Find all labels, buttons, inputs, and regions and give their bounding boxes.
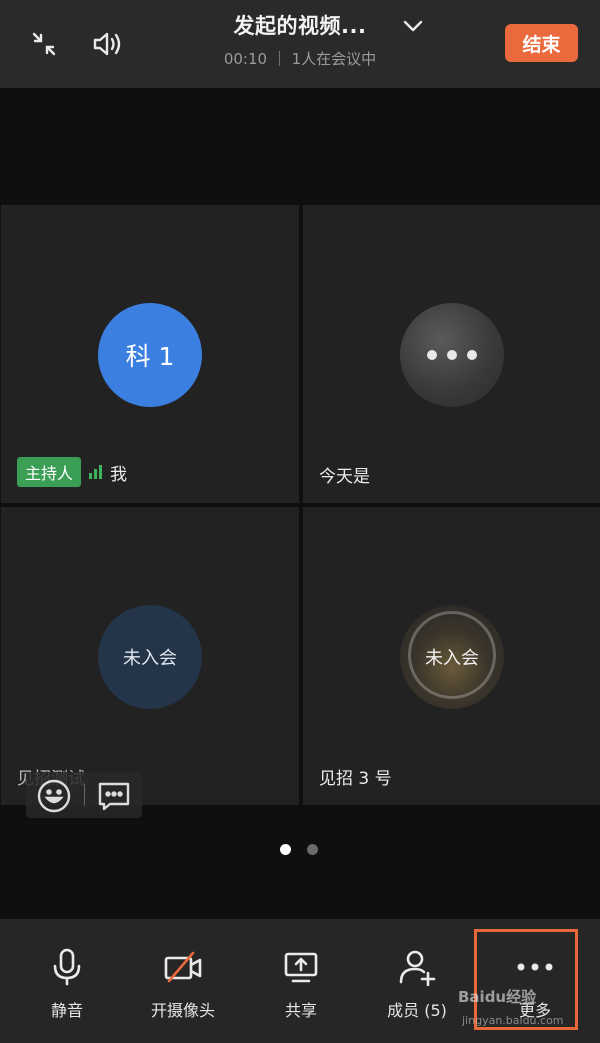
signal-strength-icon bbox=[89, 465, 103, 479]
avatar-status-text: 未入会 bbox=[425, 648, 479, 669]
end-meeting-button[interactable]: 结束 bbox=[505, 24, 578, 62]
avatar: 未入会 bbox=[98, 605, 202, 709]
camera-button[interactable]: 开摄像头 bbox=[128, 919, 238, 1043]
reaction-bar bbox=[26, 772, 142, 818]
microphone-icon bbox=[47, 947, 87, 987]
page-dot[interactable] bbox=[307, 844, 318, 855]
participant-name: 见招 3 号 bbox=[319, 769, 392, 789]
mute-label: 静音 bbox=[50, 1001, 83, 1020]
camera-label: 开摄像头 bbox=[150, 1001, 215, 1020]
avatar: 未入会 bbox=[400, 605, 504, 709]
share-label: 共享 bbox=[284, 1001, 317, 1020]
top-bar: 发起的视频... 00:10 ｜ 1人在会议中 结束 bbox=[0, 0, 600, 88]
emoji-icon[interactable] bbox=[36, 778, 72, 814]
avatar bbox=[400, 303, 504, 407]
participant-name: 今天是 bbox=[319, 467, 370, 487]
divider bbox=[84, 784, 85, 806]
participant-tile[interactable]: 今天是 bbox=[303, 205, 600, 503]
screen-share-icon bbox=[281, 947, 321, 987]
participant-tile[interactable]: 未入会 见招测试 bbox=[1, 507, 299, 805]
share-button[interactable]: 共享 bbox=[246, 919, 356, 1043]
speaker-icon[interactable] bbox=[88, 24, 128, 64]
members-label: 成员 (5) bbox=[387, 1001, 447, 1020]
participant-tile[interactable]: 未入会 见招 3 号 bbox=[303, 507, 600, 805]
participant-tile[interactable]: 科 1 主持人 我 bbox=[1, 205, 299, 503]
watermark-brand: Baidu经验 bbox=[458, 988, 537, 1006]
participant-name: 我 bbox=[110, 464, 128, 485]
chevron-down-icon[interactable] bbox=[398, 12, 428, 42]
host-badge: 主持人 bbox=[17, 457, 82, 487]
meeting-status: 00:10 ｜ 1人在会议中 bbox=[223, 50, 377, 68]
camera-off-icon bbox=[163, 947, 203, 987]
members-button[interactable]: 成员 (5) bbox=[362, 919, 472, 1043]
add-member-icon bbox=[397, 947, 437, 987]
page-indicator bbox=[280, 844, 318, 855]
participant-label: 见招 3 号 bbox=[319, 764, 392, 789]
page-dot-active[interactable] bbox=[280, 844, 291, 855]
participant-label: 今天是 bbox=[319, 462, 370, 487]
video-grid: 科 1 主持人 我 今天是 未入会 见招测试 未入会 见招 3 号 bbox=[0, 204, 600, 806]
minimize-icon[interactable] bbox=[24, 24, 64, 64]
chat-icon[interactable] bbox=[96, 778, 132, 814]
avatar: 科 1 bbox=[98, 303, 202, 407]
participant-label: 主持人 我 bbox=[17, 457, 127, 487]
loading-dots-icon bbox=[427, 350, 477, 360]
mute-button[interactable]: 静音 bbox=[12, 919, 122, 1043]
watermark-url: jingyan.baidu.com bbox=[462, 1014, 564, 1027]
